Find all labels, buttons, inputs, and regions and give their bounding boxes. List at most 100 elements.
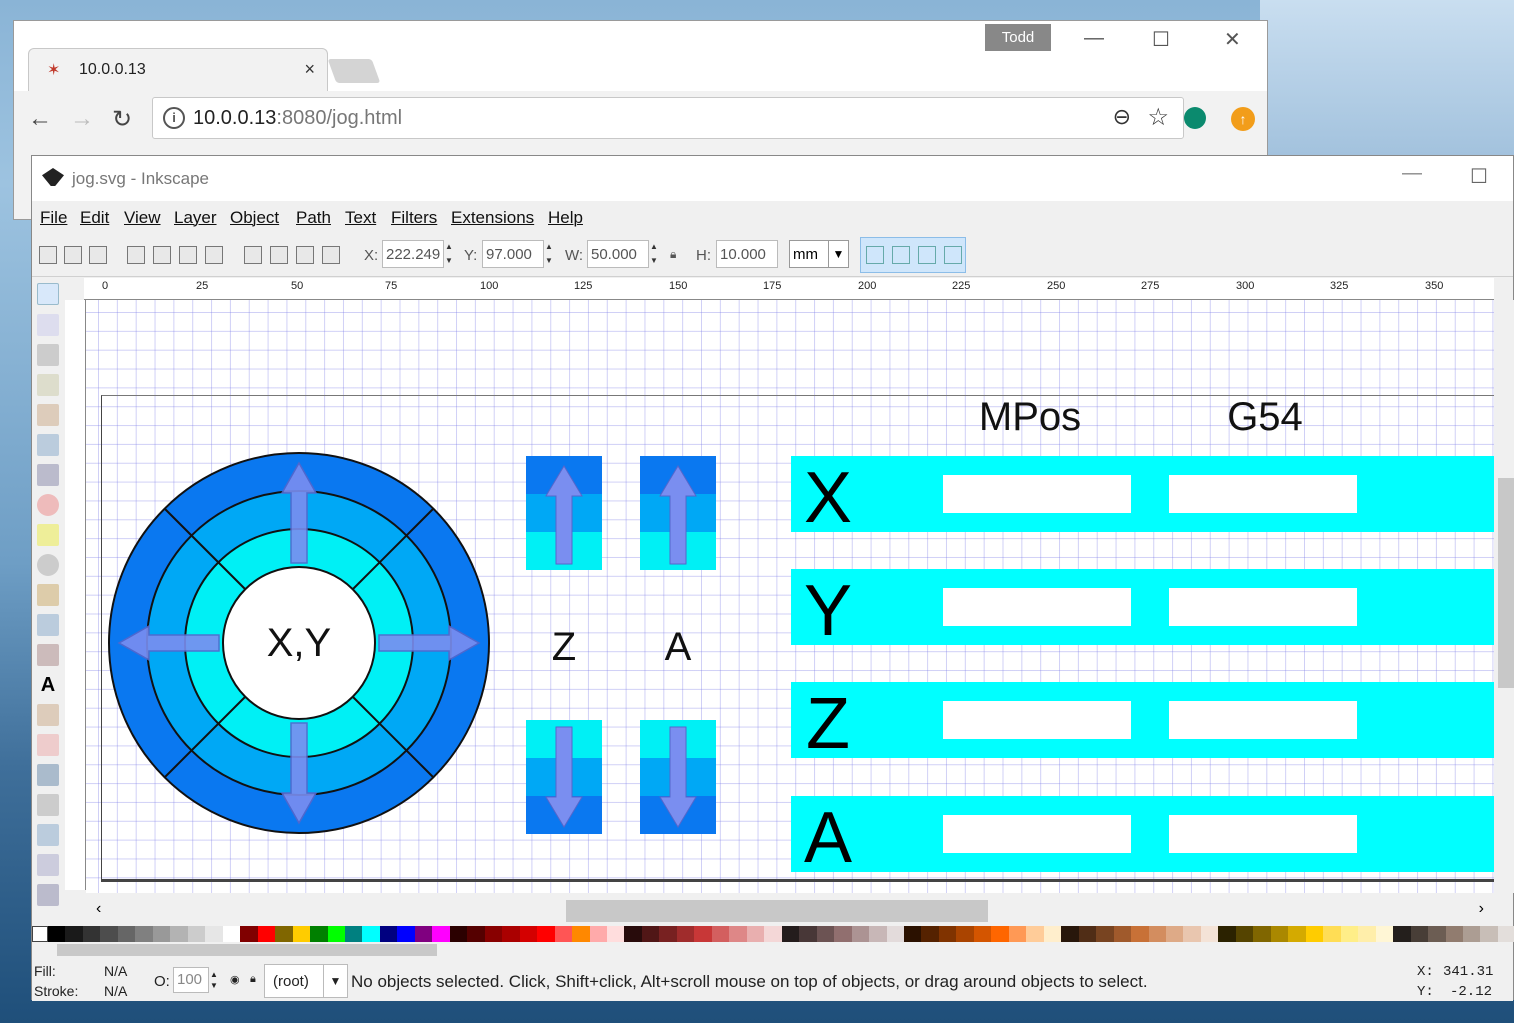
pencil-tool-icon[interactable] <box>37 584 59 606</box>
h-field[interactable]: 10.000 <box>716 240 778 268</box>
3dbox-tool-icon[interactable] <box>37 464 59 486</box>
rotate-ccw-icon[interactable] <box>127 246 145 264</box>
forward-icon[interactable]: → <box>70 105 94 133</box>
favicon-icon: ✶ <box>47 62 61 79</box>
lock-ratio-icon[interactable]: 🔒︎ <box>670 247 676 262</box>
connector-tool-icon[interactable] <box>37 884 59 906</box>
rect-tool-icon[interactable] <box>37 434 59 456</box>
minimize-icon[interactable]: — <box>1402 162 1422 185</box>
selector-tool-icon[interactable] <box>37 283 59 305</box>
bookmark-star-icon[interactable]: ☆ <box>1147 103 1169 132</box>
bucket-tool-icon[interactable] <box>37 764 59 786</box>
spray-tool-icon[interactable] <box>37 704 59 726</box>
lower-icon[interactable] <box>296 246 314 264</box>
a-up-button[interactable] <box>640 456 716 570</box>
text-tool-icon[interactable]: A <box>37 674 59 696</box>
opacity-spin-icon[interactable]: ▲ ▼ <box>210 969 218 991</box>
menu-view[interactable]: View <box>124 208 161 228</box>
menu-help[interactable]: Help <box>548 208 583 228</box>
a-down-button[interactable] <box>640 720 716 834</box>
gradient-tool-icon[interactable] <box>37 794 59 816</box>
axis-label-y: Y <box>804 571 852 651</box>
stroke-value: N/A <box>104 983 128 999</box>
opacity-field[interactable]: 100 <box>173 967 209 993</box>
eraser-tool-icon[interactable] <box>37 734 59 756</box>
star-tool-icon[interactable] <box>37 524 59 546</box>
back-icon[interactable]: ← <box>28 105 52 133</box>
close-window-icon[interactable]: ✕ <box>1224 27 1241 52</box>
menu-filters[interactable]: Filters <box>391 208 437 228</box>
h-spin-arrows-icon[interactable] <box>779 240 789 268</box>
lower-to-bottom-icon[interactable] <box>322 246 340 264</box>
w-field[interactable]: 50.000 <box>587 240 649 268</box>
minimize-icon[interactable]: — <box>1084 27 1104 50</box>
flip-vertical-icon[interactable] <box>205 246 223 264</box>
menu-extensions[interactable]: Extensions <box>451 208 534 228</box>
x-spin-arrows-icon[interactable]: ▲ ▼ <box>445 240 455 268</box>
lock-layer-icon[interactable]: 🔒︎ <box>250 973 256 986</box>
address-bar[interactable]: i 10.0.0.13:8080/jog.html ⊖ ☆ <box>152 97 1184 139</box>
palette-scrollbar[interactable] <box>57 944 437 956</box>
scale-stroke-icon[interactable] <box>866 246 884 264</box>
deselect-icon[interactable] <box>89 246 107 264</box>
menu-layer[interactable]: Layer <box>174 208 217 228</box>
select-all-layers-icon[interactable] <box>64 246 82 264</box>
z-down-button[interactable] <box>526 720 602 834</box>
dropper-tool-icon[interactable] <box>37 854 59 876</box>
horizontal-scrollbar[interactable]: ‹ › <box>86 898 1494 924</box>
horizontal-scroll-thumb[interactable] <box>566 900 988 922</box>
zoom-tool-icon[interactable] <box>37 374 59 396</box>
scroll-left-icon[interactable]: ‹ <box>96 900 101 918</box>
vertical-scrollbar[interactable] <box>1494 300 1514 893</box>
menu-text[interactable]: Text <box>345 208 376 228</box>
z-up-button[interactable] <box>526 456 602 570</box>
tab-close-icon[interactable]: × <box>304 59 315 80</box>
move-patterns-icon[interactable] <box>944 246 962 264</box>
layer-select[interactable]: (root) ▼ <box>264 964 348 998</box>
scroll-right-icon[interactable]: › <box>1479 900 1484 918</box>
inkscape-titlebar: jog.svg - Inkscape — ☐ <box>32 156 1513 201</box>
extension-icon-green[interactable] <box>1184 107 1206 129</box>
hide-layer-icon[interactable]: ◉ <box>230 973 240 986</box>
menu-object[interactable]: Object <box>230 208 279 228</box>
fill-value: N/A <box>104 963 128 979</box>
ellipse-tool-icon[interactable] <box>37 494 59 516</box>
drawing-canvas[interactable]: X,Y Z A MPos G54 X Y Z A <box>86 300 1494 893</box>
color-palette[interactable] <box>32 926 1514 942</box>
scale-corners-icon[interactable] <box>892 246 910 264</box>
raise-to-top-icon[interactable] <box>244 246 262 264</box>
pen-tool-icon[interactable] <box>37 614 59 636</box>
site-info-icon[interactable]: i <box>163 107 185 129</box>
new-tab-button[interactable] <box>327 59 381 83</box>
y-spin-arrows-icon[interactable]: ▲ ▼ <box>545 240 555 268</box>
select-all-icon[interactable] <box>39 246 57 264</box>
maximize-icon[interactable]: ☐ <box>1470 164 1488 189</box>
y-field[interactable]: 97.000 <box>482 240 544 268</box>
unit-select[interactable]: mm ▼ <box>789 240 849 268</box>
reload-icon[interactable]: ↻ <box>112 105 132 134</box>
raise-icon[interactable] <box>270 246 288 264</box>
move-gradients-icon[interactable] <box>918 246 936 264</box>
x-field[interactable]: 222.249 <box>382 240 444 268</box>
vertical-scroll-thumb[interactable] <box>1498 478 1514 688</box>
menu-path[interactable]: Path <box>296 208 331 228</box>
node-tool-icon[interactable] <box>37 314 59 336</box>
mesh-tool-icon[interactable] <box>37 824 59 846</box>
maximize-icon[interactable]: ☐ <box>1152 27 1170 52</box>
extension-icon-orange[interactable]: ↑ <box>1231 107 1255 131</box>
zoom-icon[interactable]: ⊖ <box>1113 104 1131 130</box>
calligraphy-tool-icon[interactable] <box>37 644 59 666</box>
browser-tab[interactable]: ✶ 10.0.0.13 × <box>28 48 328 92</box>
spiral-tool-icon[interactable] <box>37 554 59 576</box>
flip-horizontal-icon[interactable] <box>179 246 197 264</box>
chevron-down-icon[interactable]: ▼ <box>828 241 848 267</box>
rotate-cw-icon[interactable] <box>153 246 171 264</box>
measure-tool-icon[interactable] <box>37 404 59 426</box>
profile-badge[interactable]: Todd <box>985 24 1051 51</box>
vertical-ruler <box>65 300 86 890</box>
menu-file[interactable]: File <box>40 208 67 228</box>
tweak-tool-icon[interactable] <box>37 344 59 366</box>
menu-edit[interactable]: Edit <box>80 208 109 228</box>
w-spin-arrows-icon[interactable]: ▲ ▼ <box>650 240 660 268</box>
chevron-down-icon[interactable]: ▼ <box>323 965 347 997</box>
